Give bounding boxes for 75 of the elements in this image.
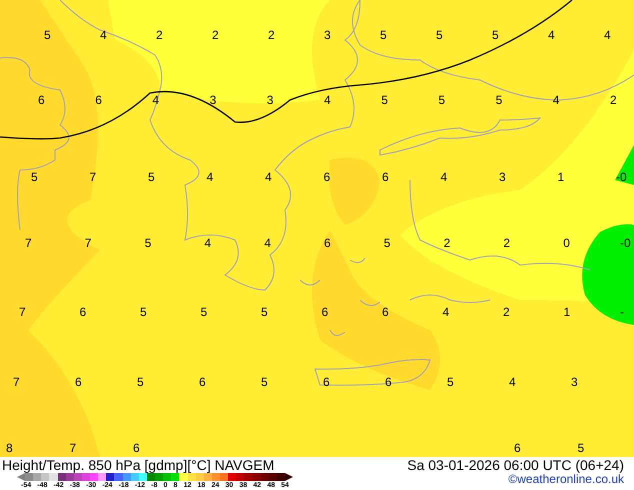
temperature-value: 6 xyxy=(323,376,330,388)
temperature-value: 7 xyxy=(90,171,96,183)
temperature-value: 6 xyxy=(38,94,45,106)
temperature-value: 4 xyxy=(324,94,331,106)
temperature-value: 4 xyxy=(442,306,450,318)
temperature-value: 4 xyxy=(100,29,107,41)
temperature-value: 5 xyxy=(31,171,38,183)
temperature-value: 6 xyxy=(382,306,389,318)
temperature-value: 5 xyxy=(144,237,152,249)
temperature-value: 6 xyxy=(324,171,330,183)
temperature-value: 3 xyxy=(571,376,578,388)
chart-title: Height/Temp. 850 hPa [gdmp][°C] NAVGEM xyxy=(2,458,274,472)
temperature-value: 5 xyxy=(381,94,388,106)
temperature-value: 6 xyxy=(80,306,86,318)
temperature-value: 5 xyxy=(137,376,144,388)
temperature-value: 7 xyxy=(19,306,26,318)
temperature-value: 6 xyxy=(95,94,102,106)
temperature-value: 4 xyxy=(552,94,560,106)
temperature-value: 0 xyxy=(563,237,570,249)
temperature-value: 5 xyxy=(578,442,584,454)
temperature-value: 6 xyxy=(385,376,392,388)
temperature-value: 2 xyxy=(268,29,275,41)
temperature-value: 5 xyxy=(384,237,390,249)
temperature-value: 2 xyxy=(503,306,510,318)
temperature-value: 2 xyxy=(444,237,450,249)
temperature-value: 5 xyxy=(438,94,446,106)
temperature-value: 3 xyxy=(324,29,331,41)
temperature-value: 5 xyxy=(200,306,208,318)
temperature-value: 4 xyxy=(440,171,448,183)
temperature-value: 5 xyxy=(447,376,454,388)
temperature-value: -0 xyxy=(620,237,631,249)
temperature-value: 1 xyxy=(558,171,564,183)
temperature-value: 5 xyxy=(492,29,499,41)
temperature-value: 5 xyxy=(496,94,502,106)
temperature-value: 6 xyxy=(75,376,82,388)
scale-right-arrow-icon xyxy=(285,473,293,481)
temperature-value: 2 xyxy=(503,237,510,249)
temperature-value: 4 xyxy=(206,171,214,183)
temperature-value: - xyxy=(620,306,624,318)
temperature-value: 7 xyxy=(84,237,92,249)
temperature-value: 4 xyxy=(548,29,555,41)
temperature-value: 3 xyxy=(266,94,274,106)
temperature-value: 6 xyxy=(199,376,206,388)
credit-link[interactable]: ©weatheronline.co.uk xyxy=(508,473,624,485)
temperature-value: 3 xyxy=(210,94,216,106)
temperature-value: 4 xyxy=(604,29,611,41)
temperature-value: -0 xyxy=(616,171,627,183)
temperature-value: 5 xyxy=(148,171,155,183)
temperature-value: 1 xyxy=(564,306,570,318)
temperature-value: 5 xyxy=(380,29,387,41)
temperature-value: 5 xyxy=(140,306,147,318)
temperature-value: 4 xyxy=(204,237,212,249)
temperature-value: 5 xyxy=(44,29,51,41)
temperature-value: 6 xyxy=(133,442,140,454)
temperature-value: 4 xyxy=(264,237,271,249)
temperature-value: 6 xyxy=(382,171,389,183)
scale-left-arrow-icon xyxy=(17,473,25,481)
temperature-value: 3 xyxy=(499,171,506,183)
valid-time: Sa 03-01-2026 06:00 UTC (06+24) xyxy=(407,458,624,472)
temperature-value: 6 xyxy=(514,442,521,454)
temperature-value: 2 xyxy=(610,94,617,106)
temperature-value: 5 xyxy=(436,29,443,41)
temperature-value: 7 xyxy=(25,237,32,249)
temperature-value: 6 xyxy=(322,306,328,318)
temperature-value: 4 xyxy=(509,376,516,388)
temperature-value: 2 xyxy=(212,29,219,41)
temperature-value: 5 xyxy=(261,306,268,318)
temperature-value: 2 xyxy=(156,29,163,41)
temperature-value: 4 xyxy=(152,94,160,106)
temperature-value: 7 xyxy=(13,376,20,388)
temperature-value: 5 xyxy=(261,376,268,388)
temperature-value: 7 xyxy=(70,442,76,454)
temperature-value: 4 xyxy=(265,171,272,183)
temperature-value: 6 xyxy=(324,237,331,249)
temperature-value: 8 xyxy=(6,442,13,454)
